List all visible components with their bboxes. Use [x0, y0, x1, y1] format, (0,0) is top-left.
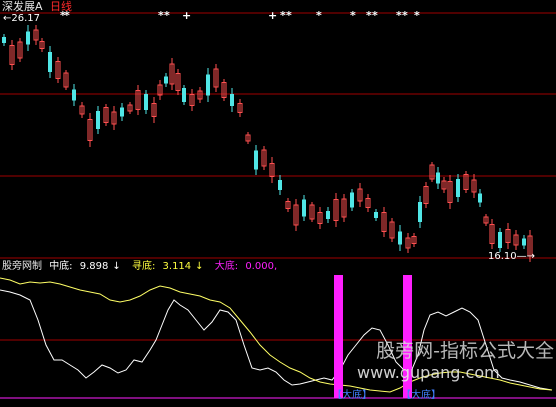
indicator-seek-bottom: 寻底: 3.114 ↓: [131, 261, 204, 272]
chart-window: ←26.17 16.10—→ * * * * + + * * * * * * * * * 【大底】 【大底】 深发展…: [0, 0, 556, 407]
star-marker-icon: *: [414, 9, 420, 22]
star-marker-icon: *: [316, 9, 322, 22]
indicator-mid-bottom: 中底: 9.898 ↓: [49, 261, 121, 272]
candle-body: [326, 211, 330, 219]
candle-body: [418, 202, 422, 222]
cross-marker-icon: +: [268, 9, 277, 22]
candle-body: [374, 212, 378, 218]
candle-body: [96, 111, 100, 129]
chart-title: 深发展A 日线: [2, 1, 76, 13]
star-marker-icon: *: [350, 9, 356, 22]
stock-name: 深发展A: [2, 0, 43, 13]
candle-body: [398, 231, 402, 245]
candle-body: [182, 88, 186, 102]
candle-body: [478, 193, 482, 203]
star-marker-icon: *: [372, 9, 378, 22]
watermark-title: 股旁网-指标公式大全: [376, 340, 554, 362]
watermark-url: www.gupang.com: [357, 363, 500, 382]
candle-body: [498, 232, 502, 248]
indicator-name: 股旁网制: [2, 261, 42, 272]
indicator-header: 股旁网制 中底: 9.898 ↓ 寻底: 3.114 ↓ 大底: 0.000,: [2, 261, 285, 273]
candle-body: [302, 199, 306, 217]
high-price-marker: ←26.17: [3, 13, 40, 24]
candle-body: [48, 52, 52, 72]
candle-body: [230, 94, 234, 106]
period-label: 日线: [50, 0, 73, 13]
candle-body: [206, 74, 210, 96]
star-marker-icon: *: [402, 9, 408, 22]
cross-marker-icon: +: [182, 9, 191, 22]
candle-body: [2, 37, 6, 43]
candle-body: [456, 179, 460, 197]
big-bottom-bar-1: [334, 275, 343, 398]
candle-body: [522, 238, 526, 246]
big-bottom-label: 【大底】: [332, 388, 372, 401]
candle-body: [278, 180, 282, 190]
candle-body: [144, 94, 148, 110]
indicator-big-bottom: 大底: 0.000,: [214, 261, 278, 272]
star-marker-icon: *: [164, 9, 170, 22]
star-marker-icon: *: [286, 9, 292, 22]
candle-body: [164, 76, 168, 84]
candle-body: [72, 89, 76, 101]
candle-body: [254, 150, 258, 170]
big-bottom-label: 【大底】: [401, 388, 441, 401]
candle-body: [26, 31, 30, 45]
candle-body: [350, 192, 354, 208]
candle-body: [436, 172, 440, 184]
low-price-marker: 16.10—→: [488, 251, 535, 262]
candle-body: [120, 107, 124, 117]
